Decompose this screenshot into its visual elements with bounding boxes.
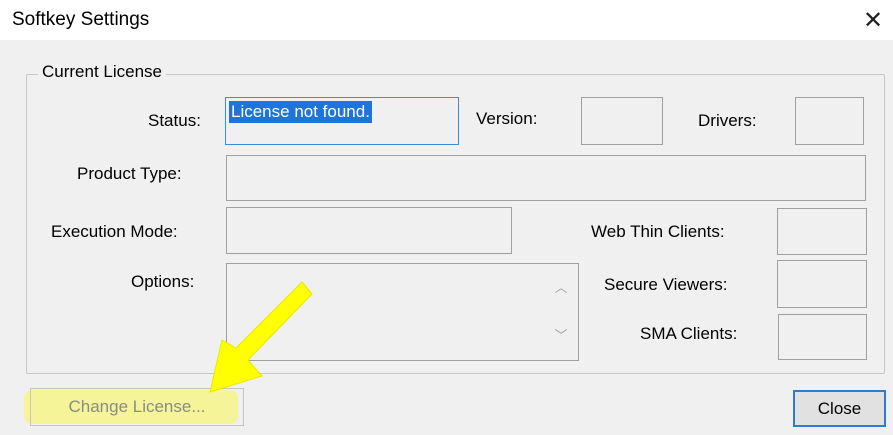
- yellow-arrow-annotation: [209, 281, 313, 393]
